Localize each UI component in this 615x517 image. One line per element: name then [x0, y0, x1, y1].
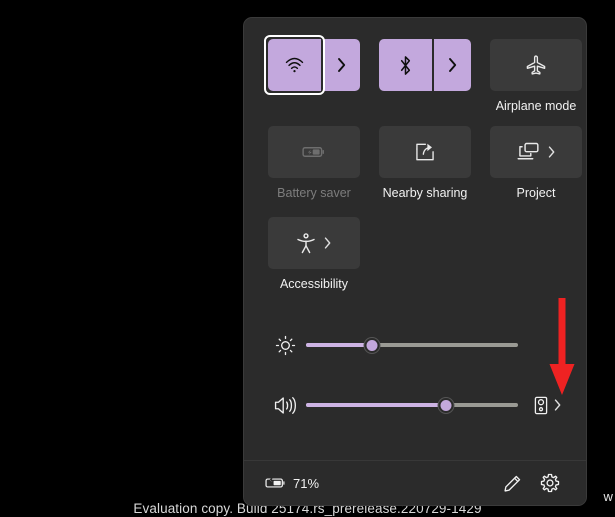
brightness-slider-row [268, 328, 562, 362]
quick-settings-panel: Airplane mode Battery saver Nearby shari… [243, 17, 587, 506]
tile-label-nearby-sharing: Nearby sharing [382, 186, 468, 200]
nearby-sharing-icon [414, 141, 436, 163]
desktop-root: w Evaluation copy. Build 25174.rs_prerel… [0, 0, 615, 517]
audio-output-icon [534, 396, 548, 415]
battery-status[interactable]: 71% [265, 476, 319, 491]
edit-quick-settings-button[interactable] [496, 467, 528, 499]
tile-col-nearby-sharing: Nearby sharing [379, 126, 471, 201]
tile-wifi[interactable] [264, 35, 360, 95]
accessibility-inline-row [296, 232, 332, 254]
chevron-right-icon [547, 145, 556, 159]
tile-col-wifi [264, 35, 360, 114]
project-icon [517, 142, 540, 162]
brightness-icon [268, 335, 302, 356]
battery-charging-icon [265, 476, 286, 490]
tile-col-accessibility: Accessibility [268, 217, 360, 292]
quick-settings-body: Airplane mode Battery saver Nearby shari… [244, 18, 586, 462]
tile-airplane-mode[interactable] [490, 39, 582, 91]
tile-bluetooth[interactable] [379, 39, 471, 91]
gear-icon [540, 473, 560, 493]
tile-col-bluetooth [379, 39, 471, 114]
volume-slider-row [268, 388, 562, 422]
tile-nearby-sharing[interactable] [379, 126, 471, 178]
tile-col-airplane-mode: Airplane mode [490, 39, 582, 114]
wifi-expand-button[interactable] [323, 39, 360, 91]
brightness-track[interactable] [306, 334, 518, 356]
chevron-right-icon [553, 398, 562, 412]
quick-settings-footer: 71% [244, 460, 586, 505]
tile-project[interactable] [490, 126, 582, 178]
wifi-toggle-button[interactable] [268, 39, 321, 91]
tile-label-battery-saver: Battery saver [277, 186, 351, 200]
bluetooth-toggle-button[interactable] [379, 39, 432, 91]
volume-track-fill [306, 403, 446, 407]
chevron-right-icon [447, 57, 458, 73]
tile-label-project: Project [516, 186, 556, 200]
chevron-right-icon [323, 236, 332, 250]
watermark-partial-line: w [603, 489, 613, 504]
tile-accessibility[interactable] [268, 217, 360, 269]
tile-battery-saver[interactable] [268, 126, 360, 178]
wifi-icon [284, 57, 305, 74]
pencil-icon [503, 474, 522, 493]
volume-track[interactable] [306, 394, 518, 416]
audio-output-selector[interactable] [518, 396, 562, 415]
tile-label-airplane-mode: Airplane mode [495, 99, 577, 113]
accessibility-icon [296, 232, 316, 254]
tile-row-2: Battery saver Nearby sharing Project [268, 126, 582, 201]
volume-thumb[interactable] [438, 397, 454, 413]
tile-row-1: Airplane mode [264, 35, 582, 114]
brightness-track-fill [306, 343, 372, 347]
tile-col-project: Project [490, 126, 582, 201]
bluetooth-icon [398, 55, 413, 76]
tile-row-3: Accessibility [268, 217, 562, 292]
project-inline-row [517, 142, 556, 162]
bluetooth-expand-button[interactable] [434, 39, 471, 91]
volume-icon [268, 395, 302, 416]
battery-saver-icon [302, 144, 326, 160]
open-settings-button[interactable] [534, 467, 566, 499]
airplane-icon [525, 54, 547, 76]
chevron-right-icon [336, 57, 347, 73]
tile-col-battery-saver: Battery saver [268, 126, 360, 201]
battery-percent-label: 71% [293, 475, 320, 491]
tile-label-accessibility: Accessibility [279, 277, 349, 291]
slider-section [268, 328, 562, 422]
brightness-thumb[interactable] [364, 337, 380, 353]
